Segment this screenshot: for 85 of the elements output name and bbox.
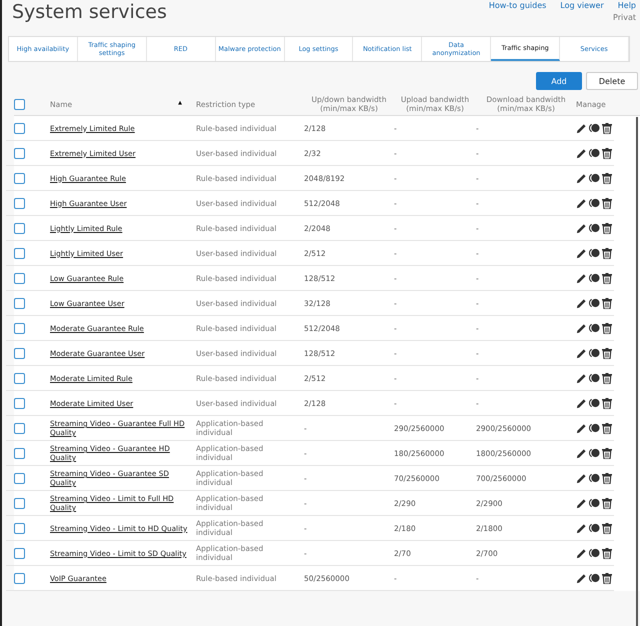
row-checkbox[interactable] [14,522,25,534]
edit-icon[interactable] [576,148,587,158]
row-checkbox[interactable] [14,172,25,184]
edit-icon[interactable] [576,572,587,584]
trash-icon[interactable] [602,498,612,508]
row-checkbox[interactable] [14,448,25,458]
trash-icon[interactable] [602,122,612,134]
edit-icon[interactable] [576,272,587,284]
toggle-icon[interactable] [589,323,600,333]
trash-icon[interactable] [602,572,612,584]
user-label: Privat [613,13,636,22]
trash-icon[interactable] [602,198,612,208]
edit-icon[interactable] [576,122,587,134]
page-title: System services [12,0,167,24]
trash-icon[interactable] [602,248,612,258]
toggle-icon[interactable] [589,348,600,358]
toggle-icon[interactable] [589,148,600,158]
edit-icon[interactable] [576,372,587,384]
trash-icon[interactable] [602,448,612,458]
edit-icon[interactable] [576,498,587,508]
toggle-icon[interactable] [589,173,600,183]
trash-icon[interactable] [602,172,612,184]
row-checkbox[interactable] [14,548,25,558]
toggle-icon[interactable] [589,123,600,133]
trash-icon[interactable] [602,272,612,284]
toggle-icon[interactable] [589,298,600,308]
edit-icon[interactable] [576,248,587,258]
header-link[interactable]: Log viewer [560,1,604,11]
edit-icon[interactable] [576,448,587,458]
edit-icon[interactable] [576,398,587,408]
edit-icon[interactable] [576,222,587,234]
toggle-icon[interactable] [589,373,600,383]
toggle-icon[interactable] [589,198,600,208]
toggle-icon[interactable] [589,573,600,583]
row-checkbox[interactable] [14,148,25,158]
row-checkbox[interactable] [14,198,25,208]
edit-icon[interactable] [576,172,587,184]
trash-icon[interactable] [602,472,612,484]
trash-icon[interactable] [602,422,612,434]
delete-button[interactable]: Delete [586,72,638,90]
row-checkbox[interactable] [14,222,25,234]
add-button[interactable]: Add [536,72,582,90]
edit-icon[interactable] [576,548,587,558]
row-checkbox[interactable] [14,372,25,384]
select-all-checkbox[interactable] [14,98,25,110]
row-checkbox[interactable] [14,322,25,334]
trash-icon[interactable] [602,548,612,558]
row-checkbox[interactable] [14,248,25,258]
toggle-icon[interactable] [589,523,600,533]
toggle-icon[interactable] [589,548,600,558]
row-checkbox[interactable] [14,272,25,284]
toggle-icon[interactable] [589,398,600,408]
edit-icon[interactable] [576,348,587,358]
header-link[interactable]: Help [618,1,636,11]
trash-icon[interactable] [602,398,612,408]
toggle-icon[interactable] [589,273,600,283]
row-checkbox[interactable] [14,298,25,308]
toggle-icon[interactable] [589,223,600,233]
edit-icon[interactable] [576,298,587,308]
toggle-icon[interactable] [589,473,600,483]
trash-icon[interactable] [602,148,612,158]
toggle-icon[interactable] [589,498,600,508]
trash-icon[interactable] [602,222,612,234]
trash-icon[interactable] [602,522,612,534]
trash-icon[interactable] [602,298,612,308]
row-checkbox[interactable] [14,422,25,434]
scrollbar[interactable] [636,117,638,626]
edit-icon[interactable] [576,472,587,484]
trash-icon[interactable] [602,322,612,334]
header-link[interactable]: How-to guides [488,1,546,11]
trash-icon[interactable] [602,348,612,358]
trash-icon[interactable] [602,372,612,384]
row-checkbox[interactable] [14,348,25,358]
edit-icon[interactable] [576,522,587,534]
row-checkbox[interactable] [14,398,25,408]
toggle-icon[interactable] [589,448,600,458]
edit-icon[interactable] [576,198,587,208]
toggle-icon[interactable] [589,423,600,433]
row-checkbox[interactable] [14,122,25,134]
row-checkbox[interactable] [14,572,25,584]
edit-icon[interactable] [576,322,587,334]
row-checkbox[interactable] [14,472,25,484]
row-checkbox[interactable] [14,498,25,508]
edit-icon[interactable] [576,422,587,434]
toggle-icon[interactable] [589,248,600,258]
